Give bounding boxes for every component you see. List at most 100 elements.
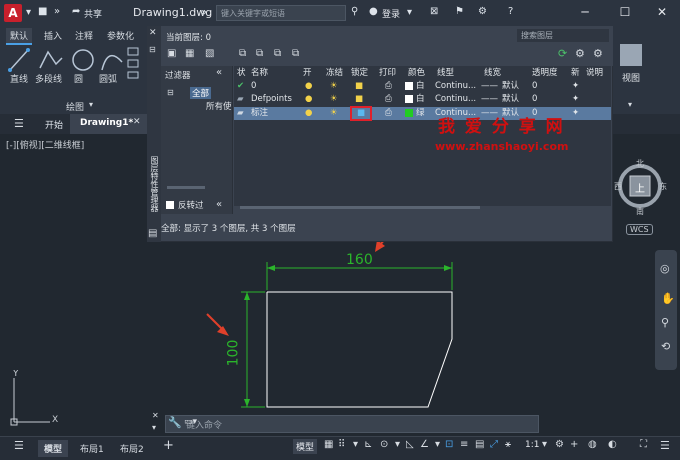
palette-close-icon[interactable]: ✕ [149,28,157,38]
palette-layers-icon[interactable]: ▤ [148,228,157,239]
layer-settings-icon[interactable]: ⚙ [575,47,585,60]
tab-close-icon[interactable]: ✕ [133,117,141,127]
panel-expand-icon[interactable]: ▾ [89,100,93,109]
snap-icon[interactable]: ⠿ [338,439,345,450]
layer-linetype[interactable]: Continu... [435,93,476,106]
col-status[interactable]: 状 [237,66,246,80]
col-on[interactable]: 开 [303,66,312,80]
view-dropdown-icon[interactable]: ▾ [628,100,632,109]
menu-icon[interactable]: ☰ [14,117,24,130]
isolate-icon[interactable]: ◍ [588,439,597,450]
col-color[interactable]: 颜色 [408,66,425,80]
new-layer-icon[interactable]: ⧉ [239,48,246,59]
minimize-button[interactable]: ─ [575,3,595,21]
col-new-vp-freeze[interactable]: 新 [571,66,580,80]
refresh-icon[interactable]: ⟳ [558,47,567,60]
sun-icon[interactable]: ☀ [330,107,338,120]
tab-annotate[interactable]: 注释 [71,28,97,43]
set-current-icon[interactable]: ⧉ [292,48,299,59]
new-filter-icon[interactable]: ▣ [167,48,176,59]
dim-vertical-value[interactable]: 100 [225,340,241,367]
add-icon[interactable]: + [570,439,578,450]
lock-icon[interactable]: ■ [357,107,365,120]
view-icon[interactable] [620,44,642,66]
transparency-icon[interactable]: ▤ [475,439,484,450]
vp-freeze-icon[interactable]: ✦ [572,80,579,93]
layer-transparency[interactable]: 0 [532,93,537,106]
new-vp-frozen-layer-icon[interactable]: ⧉ [256,48,263,59]
collapse-icon[interactable]: « [216,199,222,210]
maximize-button[interactable]: ☐ [615,3,635,21]
layer-row[interactable]: ▰ Defpoints ● ☀ ■ ⎙ 白 Continu... —— 默认 0… [234,93,611,106]
ortho-icon[interactable]: ⊾ [364,439,372,450]
layer-search-input[interactable]: 搜索图层 [517,29,609,42]
settings-icon[interactable]: ⚙ [593,47,603,60]
tab-model[interactable]: 模型 [38,440,69,457]
wcs-menu[interactable]: WCS [626,224,653,235]
layer-color[interactable]: 绿 [416,107,425,120]
fullscreen-icon[interactable]: ⛶ [640,439,647,450]
sun-icon[interactable]: ☀ [330,93,338,106]
layer-transparency[interactable]: 0 [532,80,537,93]
osnap-icon[interactable]: ⊡ [445,439,453,450]
filter-scrollbar[interactable] [167,186,205,189]
layer-row[interactable]: ✔ 0 ● ☀ ■ ⎙ 白 Continu... —— 默认 0 ✦ [234,80,611,93]
polyline-tool-label[interactable]: 多段线 [35,72,62,85]
sun-icon[interactable]: ☀ [330,80,338,93]
login-button[interactable]: 登录 [382,7,400,20]
selection-cycle-icon[interactable]: ⤢ [490,439,498,450]
lineweight-icon[interactable]: ≡ [460,439,468,450]
steering-wheel-icon[interactable]: ◎ [660,262,670,275]
layer-name[interactable]: 0 [251,80,256,93]
filter-used-item[interactable]: 所有使 [206,100,232,112]
col-name[interactable]: 名称 [251,66,268,80]
model-space-toggle[interactable]: 模型 [293,439,318,454]
workspace-icon[interactable]: ⚙ [555,439,564,450]
circle-tool-label[interactable]: 圆 [74,72,83,85]
orbit-icon[interactable]: ⟲ [661,340,670,353]
col-transparency[interactable]: 透明度 [532,66,558,80]
draw-panel-label[interactable]: 绘图 [66,100,84,113]
arc-tool-label[interactable]: 圆弧 [99,72,117,85]
snap-dropdown-icon[interactable]: ▾ [353,439,358,450]
col-lock[interactable]: 锁定 [351,66,368,80]
layer-linetype[interactable]: Continu... [435,80,476,93]
share-icon[interactable]: ➦ [72,6,80,17]
collaborate-icon[interactable]: ⚑ [455,6,464,17]
login-dropdown-icon[interactable]: ▾ [407,7,412,18]
zoom-icon[interactable]: ⚲ [661,316,669,329]
collapse-filter-icon[interactable]: « [216,67,222,78]
printer-icon[interactable]: ⎙ [385,107,392,120]
bulb-on-icon[interactable]: ● [305,93,312,106]
viewcube-north[interactable]: 北 [636,158,644,169]
viewport-label[interactable]: [-][俯视][二维线框] [6,138,84,151]
tab-start[interactable]: 开始 [45,118,63,131]
dim-horizontal-value[interactable]: 160 [346,252,373,268]
tab-layout2[interactable]: 布局2 [114,440,150,457]
unlock-icon[interactable]: ■ [355,93,363,106]
cmd-close-icon[interactable]: ✕ [152,411,159,420]
col-lineweight[interactable]: 线宽 [484,66,501,80]
network-icon[interactable]: ⚙ [478,6,487,17]
color-swatch[interactable] [405,95,413,103]
viewcube-east[interactable]: 东 [659,181,667,192]
palette-pin-icon[interactable]: ⊟ [149,45,156,54]
tree-toggle-icon[interactable]: ⊟ [167,88,174,97]
layer-lineweight[interactable]: 默认 [502,93,519,106]
scale-dropdown-icon[interactable]: ▾ [542,439,547,450]
search-icon[interactable]: ⚲ [351,6,358,17]
color-swatch[interactable] [405,109,413,117]
osnap-dropdown-icon[interactable]: ▾ [435,439,440,450]
share-button[interactable]: 共享 [84,7,102,20]
polar-icon[interactable]: ⊙ [380,439,388,450]
invert-filter-checkbox[interactable] [166,201,174,209]
add-layout-icon[interactable]: + [163,438,174,453]
layer-name[interactable]: 标注 [251,107,268,120]
group-filter-icon[interactable]: ▦ [185,48,194,59]
tab-parametric[interactable]: 参数化 [103,28,138,43]
isodraft-icon[interactable]: ◺ [406,439,414,450]
title-chevron-icon[interactable]: » [201,7,207,18]
printer-icon[interactable]: ⎙ [385,93,392,106]
overflow-icon[interactable]: » [54,6,60,17]
cart-icon[interactable]: ⊠ [430,6,438,17]
